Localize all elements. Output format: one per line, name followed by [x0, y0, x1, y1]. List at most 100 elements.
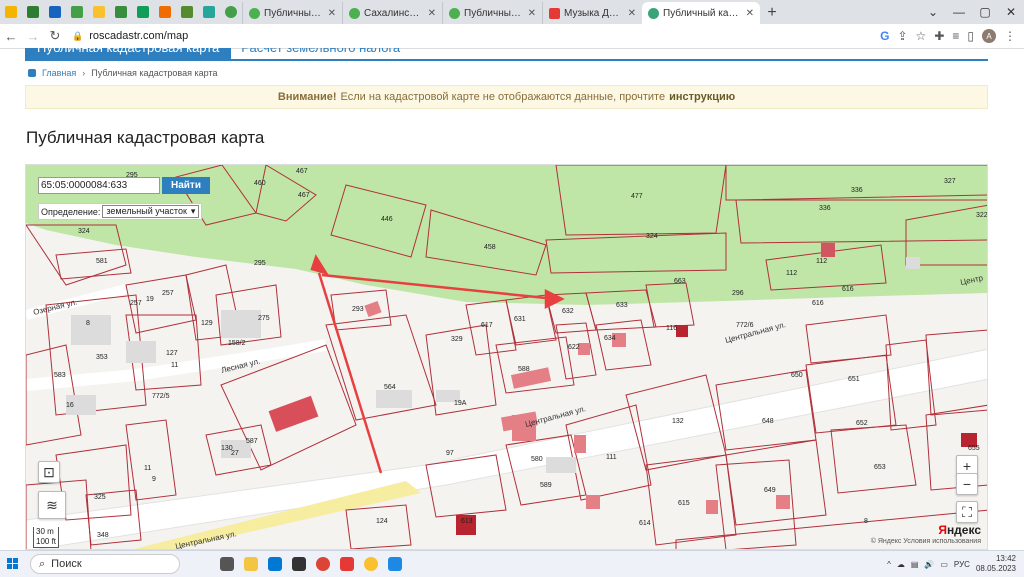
cadastral-number-input[interactable]: 65:05:0000084:633: [38, 177, 160, 194]
parcel-label[interactable]: 329: [451, 336, 463, 343]
volume-icon[interactable]: 🔊: [924, 560, 934, 569]
pinned-tab-8[interactable]: [154, 0, 176, 24]
parcel-label[interactable]: 616: [842, 286, 854, 293]
zoom-out-button[interactable]: −: [956, 473, 978, 495]
pinned-tab-4[interactable]: [66, 0, 88, 24]
parcel-label[interactable]: 615: [678, 500, 690, 507]
side-panel-icon[interactable]: ▯: [967, 29, 974, 43]
tab-close-icon[interactable]: ✕: [628, 8, 636, 19]
parcel-label[interactable]: 257: [162, 290, 174, 297]
parcel-label[interactable]: 132: [672, 418, 684, 425]
windows-start-icon[interactable]: [0, 558, 26, 570]
app-icon[interactable]: [388, 557, 402, 571]
parcel-label[interactable]: 581: [96, 258, 108, 265]
parcel-label[interactable]: 322: [976, 212, 988, 219]
parcel-label[interactable]: 296: [732, 290, 744, 297]
battery-icon[interactable]: ▭: [940, 560, 948, 569]
cloud-icon[interactable]: ☁: [897, 560, 905, 569]
parcel-label[interactable]: 613: [461, 518, 473, 525]
parcel-label[interactable]: 663: [674, 278, 686, 285]
pinned-tab-2[interactable]: [22, 0, 44, 24]
pinned-tab-6[interactable]: [110, 0, 132, 24]
reload-icon[interactable]: ↻: [44, 28, 66, 44]
parcel-label[interactable]: 460: [254, 180, 266, 187]
tab-active[interactable]: Публичный кадастр✕: [642, 2, 760, 24]
forward-arrow-icon[interactable]: →: [22, 29, 44, 44]
parcel-label[interactable]: 589: [540, 482, 552, 489]
parcel-label[interactable]: 477: [631, 193, 643, 200]
parcel-label[interactable]: 11: [144, 465, 151, 472]
maximize-button[interactable]: ▢: [972, 0, 998, 24]
pinned-tab-3[interactable]: [44, 0, 66, 24]
network-icon[interactable]: ▤: [911, 560, 919, 569]
store-icon[interactable]: [292, 557, 306, 571]
parcel-label[interactable]: 257: [130, 300, 142, 307]
tab-close-icon[interactable]: ✕: [746, 8, 754, 19]
task-view-icon[interactable]: [220, 557, 234, 571]
parcel-label[interactable]: 648: [762, 418, 774, 425]
ruler-icon[interactable]: ⊡: [38, 461, 60, 483]
instruction-link[interactable]: инструкцию: [669, 91, 735, 103]
parcel-label[interactable]: 124: [376, 518, 388, 525]
back-arrow-icon[interactable]: ←: [0, 29, 22, 44]
yandex-browser-icon[interactable]: [340, 557, 354, 571]
parcel-label[interactable]: 8: [864, 518, 868, 525]
parcel-label[interactable]: 324: [78, 228, 90, 235]
parcel-label[interactable]: 650: [791, 372, 803, 379]
parcel-label[interactable]: 588: [518, 366, 530, 373]
parcel-label[interactable]: 772/5: [152, 393, 170, 400]
parcel-label[interactable]: 275: [258, 315, 270, 322]
file-explorer-icon[interactable]: [244, 557, 258, 571]
parcel-label[interactable]: 467: [296, 168, 308, 175]
parcel-label[interactable]: 19А: [454, 400, 467, 407]
parcel-label[interactable]: 336: [819, 205, 831, 212]
parcel-label[interactable]: 634: [604, 335, 616, 342]
find-button[interactable]: Найти: [162, 177, 210, 194]
parcel-label[interactable]: 116: [666, 325, 677, 332]
yandex-terms-link[interactable]: © Яндекс Условия использования: [871, 538, 981, 545]
pinned-tab-9[interactable]: [176, 0, 198, 24]
parcel-label[interactable]: 112: [816, 258, 827, 265]
avatar[interactable]: A: [982, 29, 996, 43]
parcel-label[interactable]: 9: [152, 476, 156, 483]
tab-close-icon[interactable]: ✕: [428, 8, 436, 19]
parcel-label[interactable]: 622: [568, 344, 580, 351]
tab-close-icon[interactable]: ✕: [528, 8, 536, 19]
tab-0[interactable]: Публичный кадастр✕: [242, 2, 342, 24]
parcel-label[interactable]: 651: [848, 376, 860, 383]
tab-2[interactable]: Публичный кадастр✕: [442, 2, 542, 24]
address-bar[interactable]: 🔒 roscadastr.com/map: [72, 27, 874, 45]
parcel-label[interactable]: 27: [231, 450, 239, 457]
pinned-tab-5[interactable]: [88, 0, 110, 24]
parcel-label[interactable]: 327: [944, 178, 956, 185]
parcel-label[interactable]: 564: [384, 384, 396, 391]
parcel-label[interactable]: 112: [786, 270, 797, 277]
parcel-label[interactable]: 633: [616, 302, 628, 309]
clock[interactable]: 13:42 08.05.2023: [976, 554, 1016, 574]
bookmark-star-icon[interactable]: ☆: [916, 29, 927, 43]
minimize-button[interactable]: —: [946, 0, 972, 24]
pinned-tab-7[interactable]: [132, 0, 154, 24]
lock-icon[interactable]: 🔒: [72, 31, 83, 42]
parcel-label[interactable]: 16: [66, 402, 74, 409]
reading-list-icon[interactable]: ≡: [952, 29, 959, 43]
parcel-label[interactable]: 325: [94, 494, 106, 501]
parcel-label[interactable]: 295: [254, 260, 266, 267]
extensions-icon[interactable]: ✚: [934, 29, 944, 43]
taskbar-search[interactable]: ⌕ Поиск: [30, 554, 180, 574]
language-indicator[interactable]: РУС: [954, 560, 970, 569]
yandex-music-icon[interactable]: [364, 557, 378, 571]
tab-close-icon[interactable]: ✕: [328, 8, 336, 19]
fullscreen-icon[interactable]: ⛶: [956, 501, 978, 523]
layers-icon[interactable]: ≋: [38, 491, 66, 519]
parcel-label[interactable]: 158/2: [228, 340, 246, 347]
parcel-label[interactable]: 649: [764, 487, 776, 494]
parcel-label[interactable]: 324: [646, 233, 658, 240]
parcel-label[interactable]: 617: [481, 322, 493, 329]
pinned-tab-11[interactable]: [220, 0, 242, 24]
chrome-icon[interactable]: [316, 557, 330, 571]
parcel-label[interactable]: 580: [531, 456, 543, 463]
parcel-label[interactable]: 11: [171, 362, 178, 369]
tab-1[interactable]: Сахалинская облас✕: [342, 2, 442, 24]
chevron-down-icon[interactable]: ⌄: [920, 0, 946, 24]
